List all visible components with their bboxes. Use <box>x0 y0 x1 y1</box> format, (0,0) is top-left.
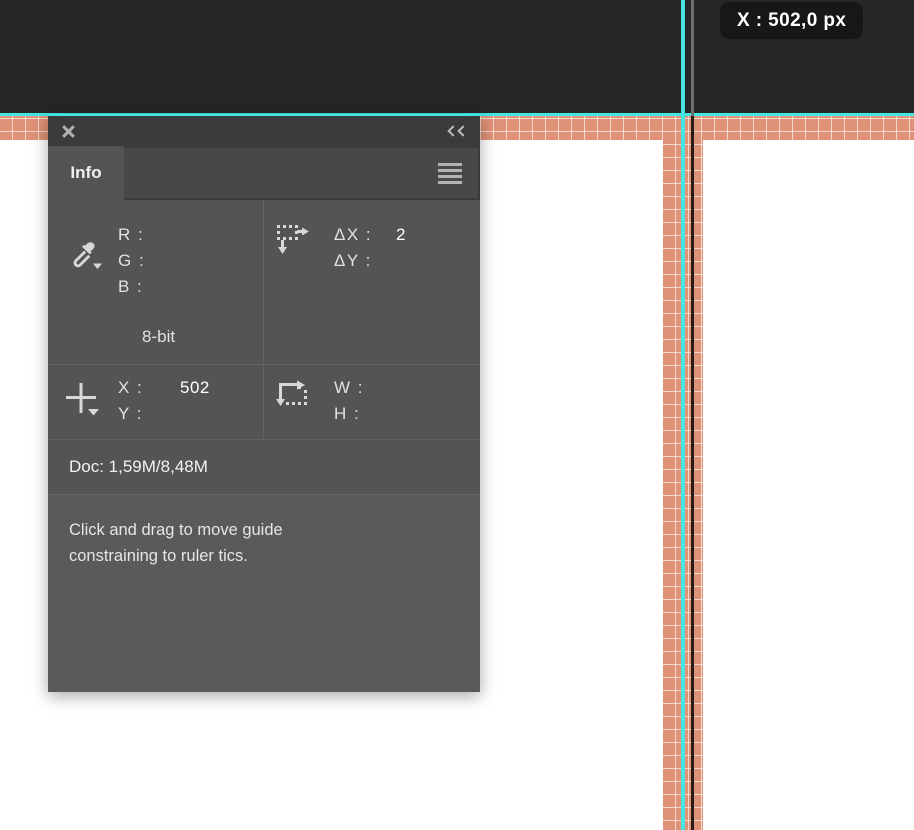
readout-row-g: G : <box>118 248 263 274</box>
hamburger-line <box>438 180 462 184</box>
hamburger-line <box>438 162 462 166</box>
readout-row-y: Y : <box>118 401 263 427</box>
label-w: W : <box>334 378 364 397</box>
readout-row-r: R : <box>118 222 263 248</box>
label-g: G : <box>118 251 146 270</box>
tab-info[interactable]: Info <box>48 146 124 200</box>
label-x: X : <box>118 378 144 397</box>
readout-row-dy: ΔY : <box>334 248 480 274</box>
chevron-left-icon-1 <box>447 125 456 137</box>
size-readout[interactable]: W : H : <box>264 365 480 439</box>
panel-tabstrip: Info <box>48 146 480 200</box>
color-readout[interactable]: R : G : B : 8-bit <box>48 200 264 364</box>
ruler-edge-line-artwork <box>691 116 694 830</box>
label-y: Y : <box>118 404 143 423</box>
hamburger-line <box>438 168 462 172</box>
readout-row-top: R : G : B : 8-bit ΔX: 2 ΔY: <box>48 200 480 365</box>
color-readout-rows: R : G : B : <box>118 222 263 300</box>
eyedropper-icon[interactable] <box>70 240 104 274</box>
delta-readout-rows: ΔX : 2 ΔY : <box>334 222 480 274</box>
hamburger-menu-icon[interactable] <box>438 162 462 184</box>
info-panel[interactable]: Info R: G: B: 8-bit ΔX: 2 ΔY: X: 5… <box>48 114 480 692</box>
coordinate-tooltip: X : 502,0 px <box>720 2 864 39</box>
tab-info-label: Info <box>70 163 102 182</box>
size-readout-rows: W : H : <box>334 375 480 427</box>
label-delta-x: ΔX : <box>334 225 373 244</box>
position-readout[interactable]: X : 502 Y : <box>48 365 264 439</box>
delta-readout[interactable]: ΔX : 2 ΔY : <box>264 200 480 364</box>
value-x: 502 <box>180 378 210 397</box>
close-icon[interactable] <box>61 124 76 139</box>
readout-row-w: W : <box>334 375 480 401</box>
crosshair-icon[interactable] <box>64 381 102 419</box>
tabstrip-empty-area <box>124 148 478 198</box>
readout-row-x: X : 502 <box>118 375 263 401</box>
hint-area: Click and drag to move guide constrainin… <box>48 495 480 692</box>
readout-row-b: B : <box>118 274 263 300</box>
hamburger-line <box>438 174 462 178</box>
readout-row-bottom: X : 502 Y : W: H: <box>48 365 480 440</box>
readout-row-dx: ΔX : 2 <box>334 222 480 248</box>
panel-titlebar <box>48 116 480 146</box>
label-b: B : <box>118 277 144 296</box>
label-delta-y: ΔY : <box>334 251 372 270</box>
value-delta-x: 2 <box>396 225 406 244</box>
doc-size-label: Doc: 1,59M/8,48M <box>69 457 208 476</box>
label-r: R : <box>118 225 145 244</box>
readout-row-h: H : <box>334 401 480 427</box>
double-chevron-left-icon[interactable] <box>447 125 466 137</box>
guide-vertical-dragging[interactable] <box>681 0 685 830</box>
hint-text: Click and drag to move guide constrainin… <box>69 521 283 565</box>
doc-size-strip[interactable]: Doc: 1,59M/8,48M <box>48 440 480 495</box>
bounds-icon <box>276 379 312 415</box>
position-readout-rows: X : 502 Y : <box>118 375 263 427</box>
delta-move-icon <box>276 222 310 258</box>
label-h: H : <box>334 404 361 423</box>
chevron-left-icon-2 <box>457 125 466 137</box>
bit-depth-label: 8-bit <box>142 327 176 346</box>
